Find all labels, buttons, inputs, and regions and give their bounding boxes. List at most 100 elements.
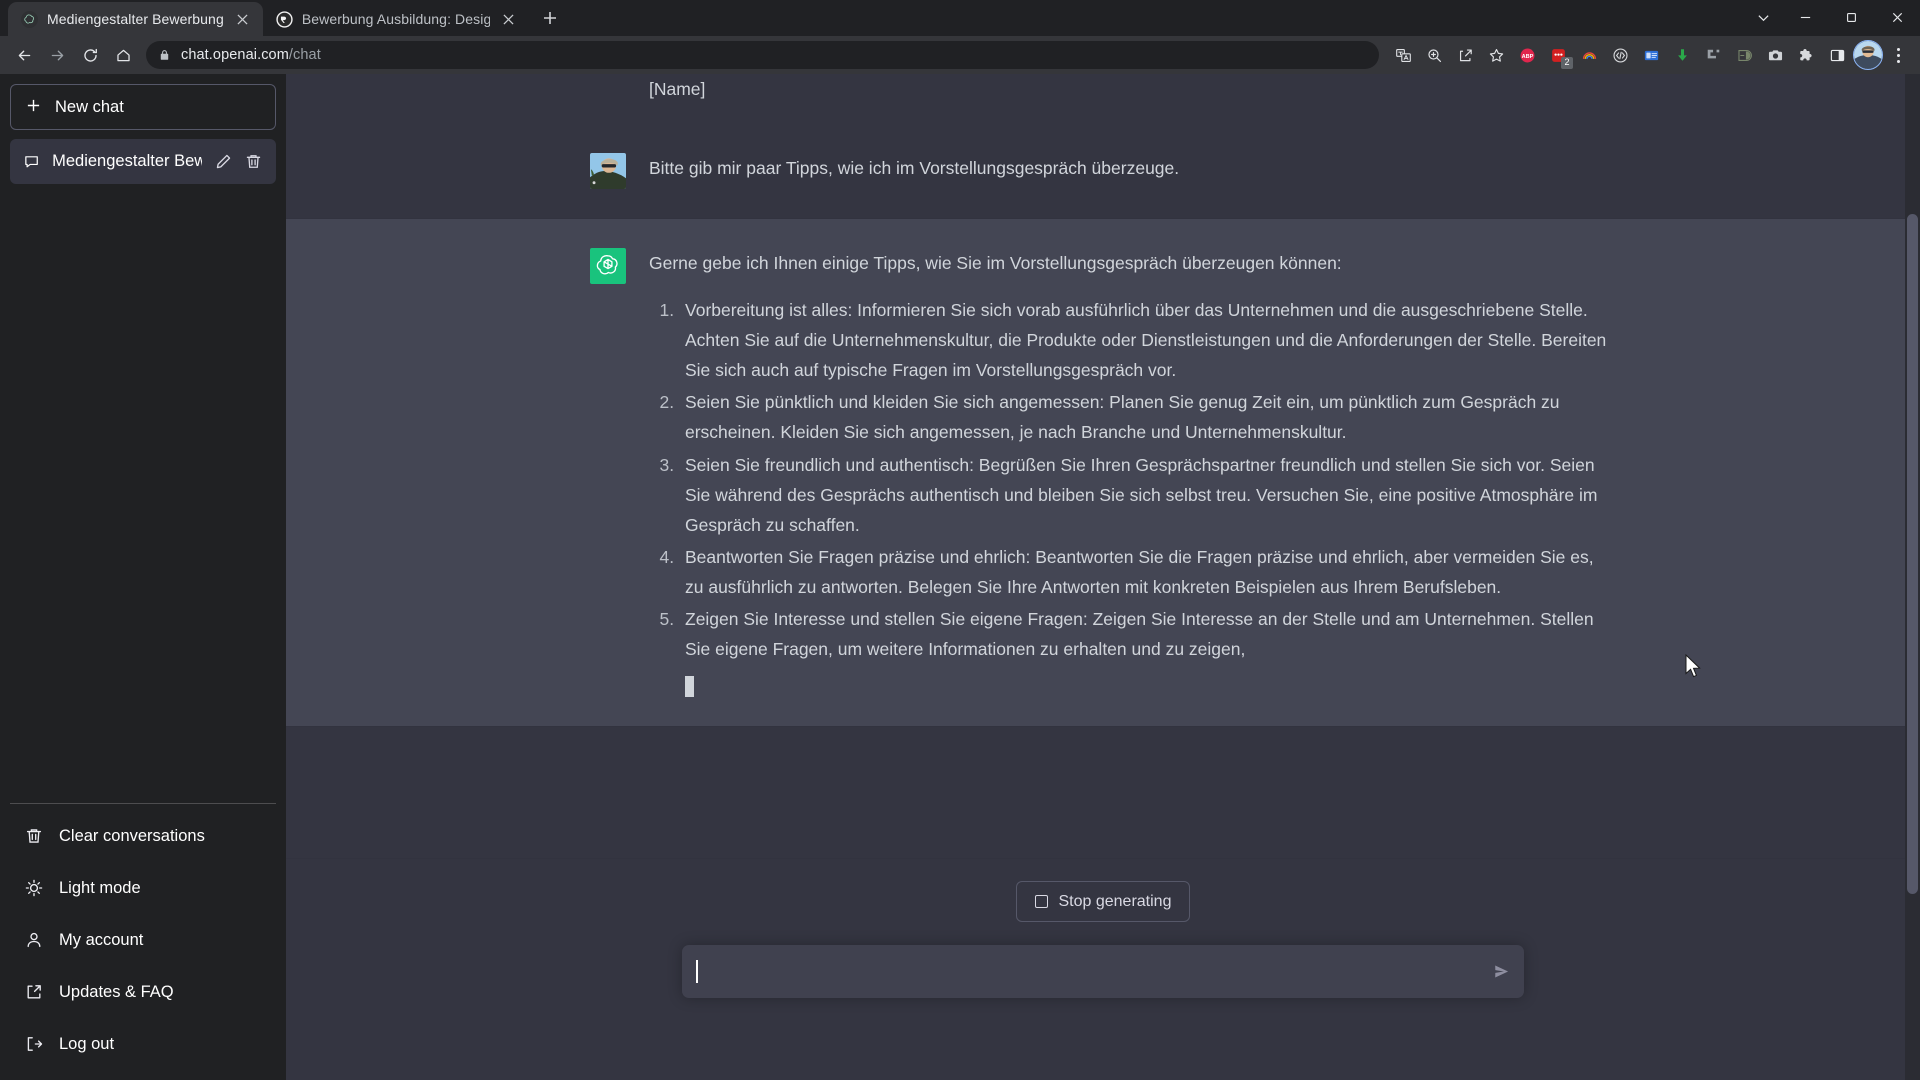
previous-message-text: [Name]: [649, 79, 706, 99]
back-icon[interactable]: [8, 40, 40, 70]
tab-0-title: Mediengestalter Bewerbung: [47, 11, 224, 27]
send-icon[interactable]: [1494, 964, 1509, 979]
list-item: Beantworten Sie Fragen präzise und ehrli…: [679, 542, 1616, 602]
composer-area: Stop generating: [286, 858, 1920, 1080]
zoom-icon[interactable]: [1419, 40, 1449, 70]
message-input[interactable]: [682, 945, 1524, 998]
stop-generating-button[interactable]: Stop generating: [1015, 881, 1191, 922]
new-chat-label: New chat: [55, 97, 124, 116]
text-caret: [696, 960, 698, 983]
adblock-plus-icon[interactable]: ABP: [1512, 40, 1542, 70]
share-icon[interactable]: [1450, 40, 1480, 70]
tab-0[interactable]: Mediengestalter Bewerbung: [8, 2, 263, 36]
chatgpt-app: New chat Mediengestalter Bewer Clear con…: [0, 74, 1920, 1080]
extension-red-dots-icon[interactable]: 2: [1543, 40, 1573, 70]
page-scrollbar-thumb[interactable]: [1907, 214, 1918, 894]
home-icon[interactable]: [107, 40, 139, 70]
sidebar-item-updates-faq[interactable]: Updates & FAQ: [10, 966, 276, 1018]
trash-icon[interactable]: [245, 153, 262, 170]
window-controls: [1744, 0, 1920, 34]
generic-site-icon: [276, 10, 293, 28]
tab-1[interactable]: Bewerbung Ausbildung: Design-: [263, 2, 529, 36]
assistant-message: Gerne gebe ich Ihnen einige Tipps, wie S…: [286, 218, 1920, 728]
sidebar-item-updates-faq-label: Updates & FAQ: [59, 982, 174, 1001]
chat-main: [Name] Bitte gib mir paar Tipps, wie ich…: [286, 74, 1920, 1080]
reload-icon[interactable]: [74, 40, 106, 70]
extension-badge: 2: [1561, 57, 1573, 69]
new-chat-button[interactable]: New chat: [10, 84, 276, 130]
extensions-puzzle-icon[interactable]: [1791, 40, 1821, 70]
translate-icon[interactable]: [1388, 40, 1418, 70]
conversation-item-0-title: Mediengestalter Bewer: [52, 152, 202, 170]
avatar-placeholder: [590, 74, 626, 110]
person-icon: [27, 932, 41, 948]
toolbar-icons: ABP 2: [1388, 40, 1912, 70]
plus-icon: [25, 97, 41, 117]
new-tab-button[interactable]: [533, 1, 567, 35]
list-item: Vorbereitung ist alles: Informieren Sie …: [679, 295, 1616, 385]
assistant-intro-paragraph: Gerne gebe ich Ihnen einige Tipps, wie S…: [649, 253, 1342, 273]
sidebar-item-my-account[interactable]: My account: [10, 914, 276, 966]
blue-card-extension-icon[interactable]: [1636, 40, 1666, 70]
user-message-text: Bitte gib mir paar Tipps, wie ich im Vor…: [649, 153, 1616, 189]
list-item: Seien Sie freundlich und authentisch: Be…: [679, 450, 1616, 540]
stop-generating-label: Stop generating: [1058, 892, 1172, 910]
rainbow-extension-icon[interactable]: [1574, 40, 1604, 70]
lock-icon: [158, 49, 171, 62]
profile-avatar-icon[interactable]: [1853, 40, 1883, 70]
streaming-cursor: [685, 676, 694, 698]
sidebar-item-clear-conversations[interactable]: Clear conversations: [10, 810, 276, 862]
address-bar-url: chat.openai.com/chat: [181, 47, 321, 63]
tab-search-icon[interactable]: [1744, 0, 1782, 34]
list-item: Seien Sie pünktlich und kleiden Sie sich…: [679, 387, 1616, 447]
code-extension-icon[interactable]: [1605, 40, 1635, 70]
close-icon[interactable]: [1874, 0, 1920, 34]
conversation-item-0[interactable]: Mediengestalter Bewer: [10, 139, 276, 184]
previous-message-fragment: [Name]: [286, 74, 1920, 124]
sidebar-item-light-mode-label: Light mode: [59, 878, 141, 897]
sidebar-item-clear-conversations-label: Clear conversations: [59, 826, 205, 845]
list-item: Zeigen Sie Interesse und stellen Sie eig…: [679, 604, 1616, 664]
user-message-paragraph: Bitte gib mir paar Tipps, wie ich im Vor…: [649, 158, 1180, 178]
sidebar-divider: [10, 803, 276, 804]
pocket-extension-icon[interactable]: [1698, 40, 1728, 70]
chrome-menu-icon[interactable]: [1884, 40, 1912, 70]
sidebar: New chat Mediengestalter Bewer Clear con…: [0, 74, 286, 1080]
trash-icon: [26, 829, 42, 843]
minimize-icon[interactable]: [1782, 0, 1828, 34]
external-link-icon: [27, 985, 41, 999]
page-scrollbar[interactable]: [1905, 74, 1920, 1080]
sidepanel-icon[interactable]: [1822, 40, 1852, 70]
tab-1-title: Bewerbung Ausbildung: Design-: [301, 11, 490, 27]
stop-square-icon: [1034, 895, 1048, 908]
user-photo-avatar: [590, 153, 626, 189]
sidebar-item-log-out[interactable]: Log out: [10, 1018, 276, 1070]
message-icon: [25, 156, 38, 168]
logout-icon: [27, 1037, 43, 1051]
message-thread: [Name] Bitte gib mir paar Tipps, wie ich…: [286, 74, 1920, 858]
maximize-icon[interactable]: [1828, 0, 1874, 34]
conversation-actions: [215, 153, 262, 170]
pencil-icon[interactable]: [215, 153, 232, 170]
sidebar-item-light-mode[interactable]: Light mode: [10, 862, 276, 914]
openai-icon: [21, 10, 38, 28]
sidebar-item-my-account-label: My account: [59, 930, 144, 949]
address-bar[interactable]: chat.openai.com/chat: [146, 41, 1379, 69]
openai-logo-avatar: [590, 248, 626, 284]
sun-icon: [25, 879, 43, 897]
user-message: Bitte gib mir paar Tipps, wie ich im Vor…: [286, 124, 1920, 218]
tips-list: Vorbereitung ist alles: Informieren Sie …: [649, 295, 1616, 664]
tab-0-close-icon[interactable]: [233, 9, 253, 29]
tab-1-close-icon[interactable]: [499, 9, 519, 29]
assistant-message-text: Gerne gebe ich Ihnen einige Tipps, wie S…: [649, 248, 1616, 698]
bookmark-star-icon[interactable]: [1481, 40, 1511, 70]
tab-strip: Mediengestalter Bewerbung Bewerbung Ausb…: [0, 0, 1920, 36]
svg-text:ABP: ABP: [1521, 54, 1533, 60]
conversation-list: Mediengestalter Bewer: [10, 139, 276, 803]
download-arrow-icon[interactable]: [1667, 40, 1697, 70]
browser-toolbar: chat.openai.com/chat ABP 2: [0, 36, 1920, 74]
screenshot-camera-icon[interactable]: [1760, 40, 1790, 70]
forward-icon[interactable]: [41, 40, 73, 70]
dark-reader-icon[interactable]: [1729, 40, 1759, 70]
browser-window: Mediengestalter Bewerbung Bewerbung Ausb…: [0, 0, 1920, 1080]
